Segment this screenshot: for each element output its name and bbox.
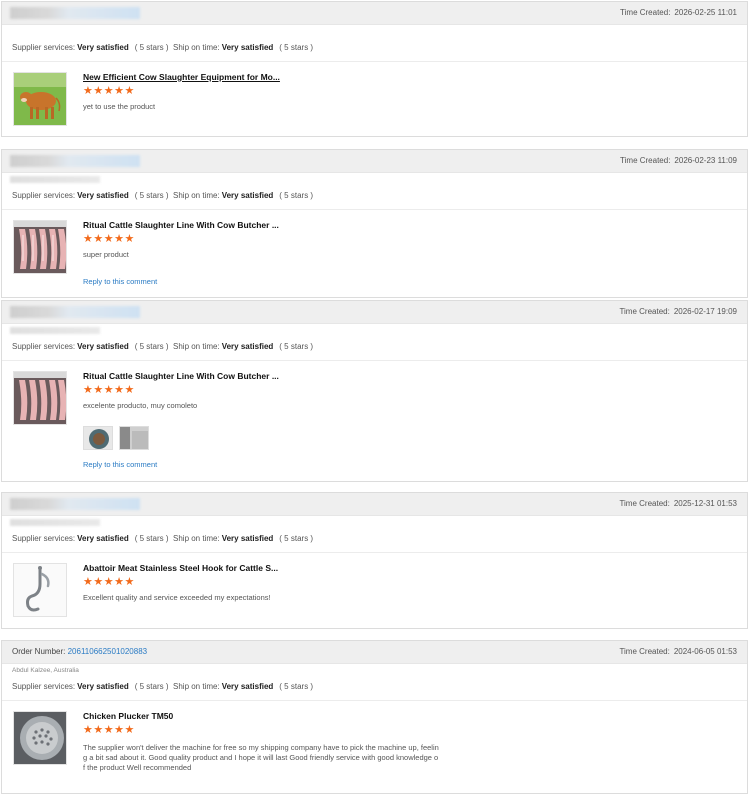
- buyer-name-location: Abdul Kalzee, Australia: [12, 667, 79, 674]
- review-card: Time Created: 2025-12-31 01:53 Supplier s…: [1, 492, 748, 629]
- buyer-line: [2, 25, 747, 37]
- review-comment: super product: [83, 250, 129, 259]
- product-title-link[interactable]: New Efficient Cow Slaughter Equipment fo…: [83, 72, 280, 82]
- time-created: Time Created: 2025-12-31 01:53: [619, 499, 737, 508]
- hook-photo-icon[interactable]: [13, 563, 67, 617]
- carcass-photo-icon[interactable]: [13, 371, 67, 425]
- product-title-link[interactable]: Ritual Cattle Slaughter Line With Cow Bu…: [83, 220, 279, 230]
- ship-on-time-rating: Ship on time: Very satisfied( 5 stars ): [173, 534, 314, 543]
- review-header: Time Created: 2026-02-25 11:01: [2, 2, 747, 25]
- review-header: Order Number: 206110662501020883 Time Cr…: [2, 641, 747, 664]
- time-created: Time Created: 2026-02-17 19:09: [619, 307, 737, 316]
- buyer-line: [2, 173, 747, 185]
- review-header: Time Created: 2025-12-31 01:53: [2, 493, 747, 516]
- supplier-services-rating: Supplier services: Very satisfied( 5 star…: [12, 191, 169, 200]
- carcass-photo-icon[interactable]: [13, 220, 67, 274]
- time-created: Time Created: 2026-02-23 11:09: [620, 156, 737, 165]
- ship-on-time-rating: Ship on time: Very satisfied( 5 stars ): [173, 682, 314, 691]
- time-created: Time Created: 2026-02-25 11:01: [620, 8, 737, 17]
- ship-on-time-rating: Ship on time: Very satisfied( 5 stars ): [173, 342, 314, 351]
- service-ratings: Supplier services: Very satisfied( 5 star…: [2, 37, 747, 62]
- supplier-services-rating: Supplier services: Very satisfied( 5 star…: [12, 43, 169, 52]
- review-comment: Excellent quality and service exceeded m…: [83, 593, 271, 602]
- product-rating-stars: ★★★★★: [83, 233, 135, 245]
- product-title-link[interactable]: Ritual Cattle Slaughter Line With Cow Bu…: [83, 371, 279, 381]
- product-rating-stars: ★★★★★: [83, 85, 135, 97]
- review-header: Time Created: 2026-02-17 19:09: [2, 301, 747, 324]
- review-card: Time Created: 2026-02-23 11:09 Supplier s…: [1, 149, 748, 298]
- review-header: Time Created: 2026-02-23 11:09: [2, 150, 747, 173]
- review-card: Time Created: 2026-02-25 11:01 Supplier s…: [1, 1, 748, 137]
- review-comment: The supplier won't deliver the machine f…: [83, 743, 439, 772]
- blurred-buyer-name: [10, 155, 140, 167]
- reply-to-comment-link[interactable]: Reply to this comment: [83, 277, 157, 286]
- supplier-services-rating: Supplier services: Very satisfied( 5 star…: [12, 534, 169, 543]
- blurred-buyer-name: [10, 306, 140, 318]
- buyer-line: Abdul Kalzee, Australia: [2, 664, 747, 676]
- ship-on-time-rating: Ship on time: Very satisfied( 5 stars ): [173, 191, 314, 200]
- blurred-buyer-location: [10, 519, 100, 526]
- product-rating-stars: ★★★★★: [83, 724, 135, 736]
- time-value: 2026-02-25 11:01: [674, 8, 737, 17]
- order-number-link[interactable]: 206110662501020883: [68, 647, 148, 656]
- blurred-buyer-location: [10, 327, 100, 334]
- order-number: Order Number: 206110662501020883: [12, 647, 148, 656]
- review-comment: excelente producto, muy comoleto: [83, 401, 198, 410]
- review-photo-icon[interactable]: [119, 426, 149, 450]
- time-label: Time Created:: [620, 8, 671, 17]
- time-created: Time Created: 2024-06-05 01:53: [619, 647, 737, 656]
- blurred-buyer-name: [10, 498, 140, 510]
- buyer-line: [2, 516, 747, 528]
- service-ratings: Supplier services: Very satisfied( 5 star…: [2, 528, 747, 553]
- service-ratings: Supplier services: Very satisfied( 5 star…: [2, 185, 747, 210]
- supplier-services-rating: Supplier services: Very satisfied( 5 star…: [12, 342, 169, 351]
- review-card: Time Created: 2026-02-17 19:09 Supplier s…: [1, 300, 748, 482]
- product-title-link[interactable]: Abattoir Meat Stainless Steel Hook for C…: [83, 563, 278, 573]
- cow-photo-icon[interactable]: [13, 72, 67, 126]
- product-rating-stars: ★★★★★: [83, 576, 135, 588]
- review-photos: [83, 426, 163, 450]
- service-ratings: Supplier services: Very satisfied( 5 star…: [2, 676, 747, 701]
- blurred-buyer-location: [10, 176, 100, 183]
- plucker-photo-icon[interactable]: [13, 711, 67, 765]
- reply-to-comment-link[interactable]: Reply to this comment: [83, 460, 157, 469]
- review-comment: yet to use the product: [83, 102, 156, 111]
- product-title-link[interactable]: Chicken Plucker TM50: [83, 711, 173, 721]
- service-ratings: Supplier services: Very satisfied( 5 star…: [2, 336, 747, 361]
- supplier-services-rating: Supplier services: Very satisfied( 5 star…: [12, 682, 169, 691]
- review-photo-icon[interactable]: [83, 426, 113, 450]
- buyer-line: [2, 324, 747, 336]
- ship-on-time-rating: Ship on time: Very satisfied( 5 stars ): [173, 43, 314, 52]
- review-card: Order Number: 206110662501020883 Time Cr…: [1, 640, 748, 794]
- product-rating-stars: ★★★★★: [83, 384, 135, 396]
- blurred-buyer-name: [10, 7, 140, 19]
